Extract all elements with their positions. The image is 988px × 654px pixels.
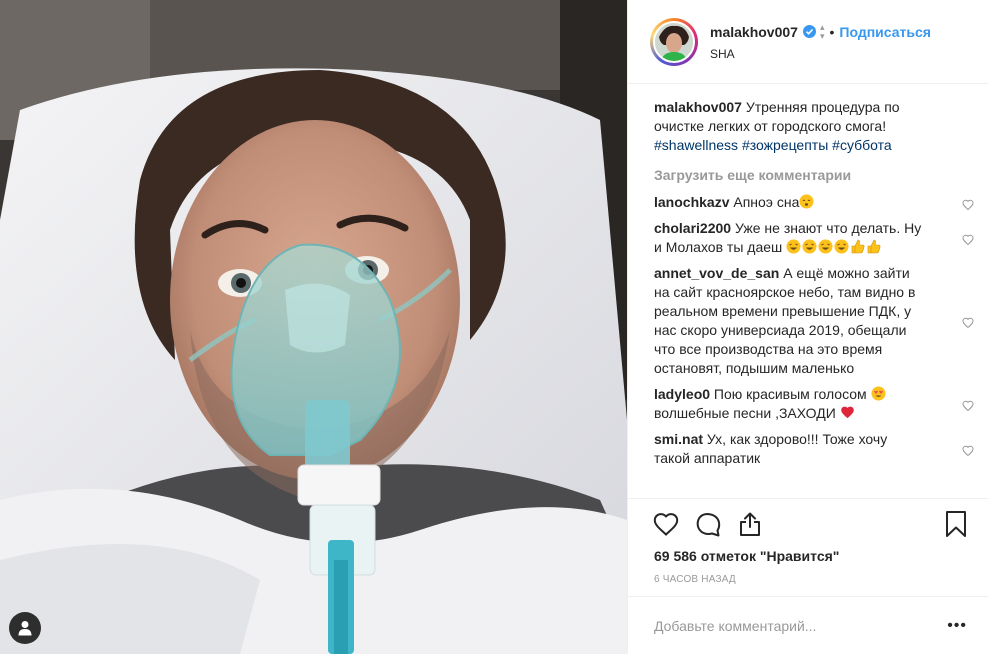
comment-like-heart-icon[interactable] xyxy=(962,197,974,210)
post-timestamp[interactable]: 6 часов назад xyxy=(654,574,736,585)
comment-item: smi.nat Ух, как здорово!!! Тоже хочу так… xyxy=(654,430,974,468)
bookmark-icon[interactable] xyxy=(943,510,971,538)
more-options-button[interactable]: ••• xyxy=(947,617,967,634)
hashtag-link[interactable]: #суббота xyxy=(832,137,892,153)
sleeping-emoji-icon xyxy=(799,194,814,209)
separator-dot: • xyxy=(829,23,835,40)
post-header: malakhov007 ▴ ▾ • Подписаться SHA xyxy=(628,0,988,84)
caption-username[interactable]: malakhov007 xyxy=(654,99,742,115)
load-more-comments-button[interactable]: Загрузить еще комментарии xyxy=(654,167,967,183)
comment-username[interactable]: ladyleo0 xyxy=(654,386,710,402)
post-sidebar: malakhov007 ▴ ▾ • Подписаться SHA malakho… xyxy=(627,0,988,654)
scrollbar-thumb[interactable] xyxy=(980,168,986,490)
avatar[interactable] xyxy=(653,20,695,63)
red-heart-emoji-icon xyxy=(840,405,855,420)
comment-username[interactable]: lanochkazv xyxy=(654,194,729,210)
laughing-emoji-icon xyxy=(802,239,817,254)
post-image xyxy=(0,0,627,654)
post-photo[interactable] xyxy=(0,0,627,654)
add-comment-bar: ••• xyxy=(628,596,988,654)
laughing-emoji-icon xyxy=(818,239,833,254)
user-tag-icon[interactable] xyxy=(9,612,41,644)
post-caption: malakhov007 Утренняя процедура по очистк… xyxy=(654,98,924,155)
heart-icon[interactable] xyxy=(652,510,680,538)
comment-like-heart-icon[interactable] xyxy=(962,398,974,412)
comment-username[interactable]: cholari2200 xyxy=(654,220,731,236)
comment-item: ladyleo0 Пою красивым голосом волшебные … xyxy=(654,385,974,423)
comment-item: annet_vov_de_san А ещё можно зайти на са… xyxy=(654,264,974,378)
comment-username[interactable]: smi.nat xyxy=(654,431,703,447)
thumbs-up-emoji-icon xyxy=(866,239,881,254)
comment-like-heart-icon[interactable] xyxy=(962,315,974,329)
post-actions xyxy=(628,498,988,538)
comment-username[interactable]: annet_vov_de_san xyxy=(654,265,779,281)
likes-count[interactable]: 69 586 отметок "Нравится" xyxy=(654,548,839,564)
comment-icon[interactable] xyxy=(694,510,722,538)
heart-eyes-emoji-icon xyxy=(871,386,886,401)
comment-item: cholari2200 Уже не знают что делать. Ну … xyxy=(654,219,974,257)
location-link[interactable]: SHA xyxy=(710,47,931,61)
comment-like-heart-icon[interactable] xyxy=(962,443,974,457)
comment-text-line2: волшебные песни ,ЗАХОДИ xyxy=(654,405,836,421)
avatar-ring[interactable] xyxy=(650,17,698,66)
comment-like-heart-icon[interactable] xyxy=(962,232,974,246)
thumbs-up-emoji-icon xyxy=(850,239,865,254)
comment-text: А ещё можно зайти на сайт красноярское н… xyxy=(654,265,916,376)
laughing-emoji-icon xyxy=(834,239,849,254)
share-icon[interactable] xyxy=(736,510,764,538)
hashtag-link[interactable]: #зожрецепты xyxy=(742,137,828,153)
comment-text: Пою красивым голосом xyxy=(713,386,867,402)
comment-item: lanochkazv Апноэ сна xyxy=(654,193,974,212)
comments-scrollbar[interactable] xyxy=(980,168,986,490)
header-username[interactable]: malakhov007 xyxy=(710,24,798,40)
comments-list[interactable]: malakhov007 Утренняя процедура по очистк… xyxy=(628,85,988,498)
laughing-emoji-icon xyxy=(786,239,801,254)
comment-text: Апноэ сна xyxy=(733,194,800,210)
chevron-updown-icon[interactable]: ▴ ▾ xyxy=(820,22,825,41)
verified-badge-icon xyxy=(802,25,816,38)
comment-input[interactable] xyxy=(654,617,948,634)
hashtag-link[interactable]: #shawellness xyxy=(654,137,738,153)
follow-button[interactable]: Подписаться xyxy=(839,24,931,40)
